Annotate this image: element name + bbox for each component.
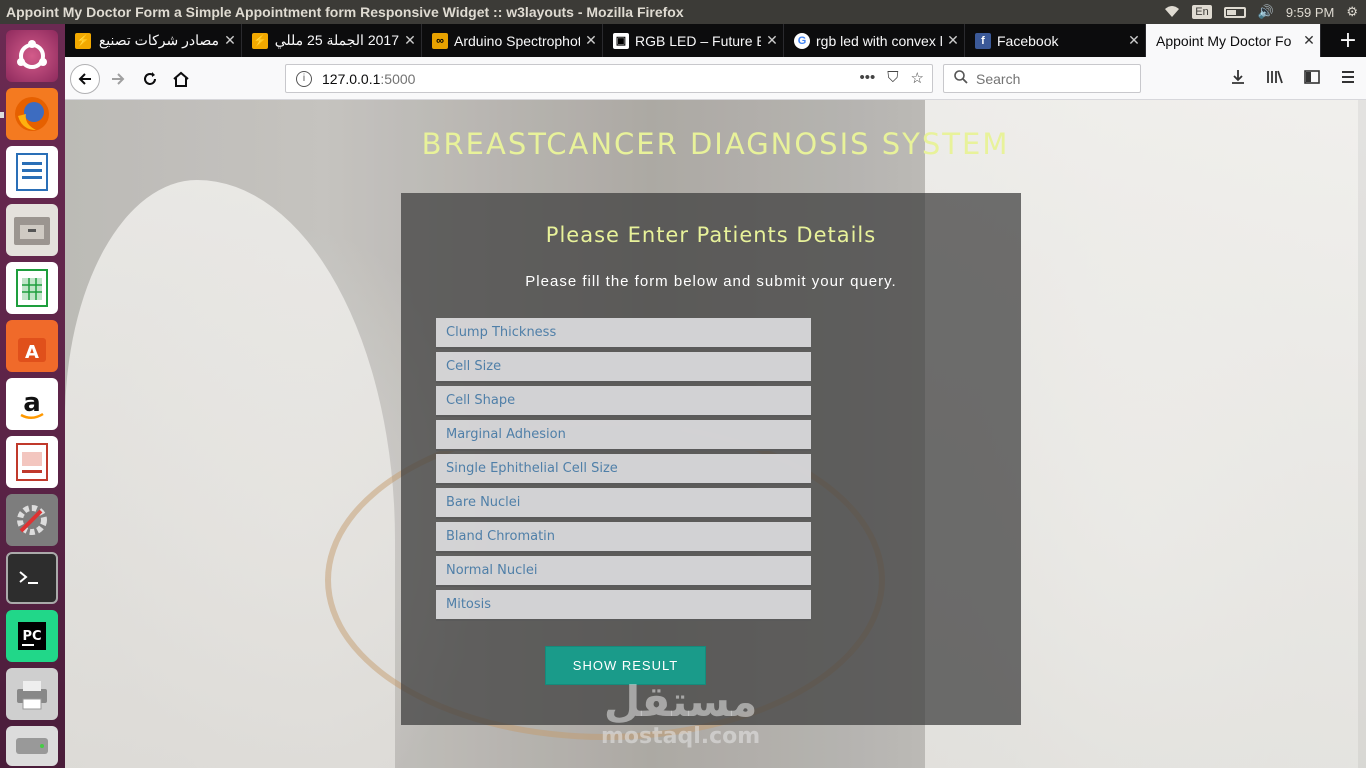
tab-label: Facebook xyxy=(997,32,1059,49)
close-icon[interactable]: ✕ xyxy=(1298,32,1320,49)
keyboard-layout-indicator[interactable]: En xyxy=(1192,5,1212,19)
form-subtitle: Please fill the form below and submit yo… xyxy=(525,273,897,290)
url-actions: ••• ⛉ ☆ xyxy=(860,69,924,87)
tab-label: Appoint My Doctor Fo xyxy=(1156,32,1292,49)
page-scrollbar[interactable] xyxy=(1358,100,1366,768)
wifi-icon[interactable] xyxy=(1164,4,1180,21)
menu-icon[interactable] xyxy=(1340,69,1356,89)
tab-label: مصادر شركات تصنيع xyxy=(98,32,219,48)
clock[interactable]: 9:59 PM xyxy=(1286,5,1334,20)
single-epithelial-cell-size-input[interactable]: Single Ephithelial Cell Size xyxy=(436,454,811,485)
patient-form-panel: Please Enter Patients Details Please fil… xyxy=(401,193,1021,725)
files-icon[interactable] xyxy=(6,204,58,256)
search-input[interactable]: Search xyxy=(943,64,1141,93)
normal-nuclei-input[interactable]: Normal Nuclei xyxy=(436,556,811,587)
search-placeholder: Search xyxy=(976,70,1021,87)
system-tray: En 🔊 9:59 PM ⚙ xyxy=(1164,0,1366,24)
tab-active[interactable]: Appoint My Doctor Fo ✕ xyxy=(1146,24,1321,57)
amazon-icon[interactable]: a xyxy=(6,378,58,430)
url-port: :5000 xyxy=(380,70,416,87)
svg-text:A: A xyxy=(25,342,39,363)
w3layouts-icon: ⚡ xyxy=(75,32,91,49)
bare-nuclei-input[interactable]: Bare Nuclei xyxy=(436,488,811,519)
site-info-icon[interactable]: i xyxy=(296,70,312,87)
running-indicator xyxy=(0,112,4,118)
drive-icon[interactable] xyxy=(6,726,58,766)
form-title: Please Enter Patients Details xyxy=(545,223,877,247)
printer-icon[interactable] xyxy=(6,668,58,720)
bookmark-star-icon[interactable]: ☆ xyxy=(911,69,924,87)
ubuntu-dash-icon[interactable] xyxy=(6,30,58,82)
close-icon[interactable]: ✕ xyxy=(942,32,964,49)
tab-4[interactable]: ▣ RGB LED – Future Ele ✕ xyxy=(603,24,784,57)
bland-chromatin-input[interactable]: Bland Chromatin xyxy=(436,522,811,553)
reload-button[interactable] xyxy=(135,64,165,94)
tab-label: Arduino Spectrophoto xyxy=(454,32,580,49)
w3layouts-icon: ⚡ xyxy=(252,32,268,49)
browser-tab-bar: ⚡ مصادر شركات تصنيع ✕ ⚡ 2017 الجملة 25 م… xyxy=(65,24,1366,57)
page-actions-icon[interactable]: ••• xyxy=(860,69,876,87)
system-settings-icon[interactable] xyxy=(6,494,58,546)
pocket-icon[interactable]: ⛉ xyxy=(887,69,898,87)
libreoffice-calc-icon[interactable] xyxy=(6,262,58,314)
software-center-icon[interactable]: A xyxy=(6,320,58,372)
tab-label: RGB LED – Future Ele xyxy=(635,32,761,49)
tab-6[interactable]: f Facebook ✕ xyxy=(965,24,1146,57)
volume-icon[interactable]: 🔊 xyxy=(1258,4,1274,20)
battery-icon[interactable] xyxy=(1223,6,1246,18)
close-icon[interactable]: ✕ xyxy=(399,32,421,49)
svg-text:a: a xyxy=(23,388,41,418)
facebook-icon: f xyxy=(975,32,991,49)
sidebar-icon[interactable] xyxy=(1304,69,1320,89)
future-electronics-icon: ▣ xyxy=(613,32,629,49)
library-icon[interactable] xyxy=(1266,69,1284,89)
system-top-bar: Appoint My Doctor Form a Simple Appointm… xyxy=(0,0,1366,24)
firefox-icon[interactable] xyxy=(6,88,58,140)
libreoffice-writer-icon[interactable] xyxy=(6,146,58,198)
marginal-adhesion-input[interactable]: Marginal Adhesion xyxy=(436,420,811,451)
home-button[interactable] xyxy=(166,64,196,94)
svg-text:PC: PC xyxy=(22,629,41,644)
new-tab-button[interactable]: + xyxy=(1330,24,1366,57)
page-content: BREASTCANCER DIAGNOSIS SYSTEM Please Ent… xyxy=(65,100,1366,768)
tab-label: 2017 الجملة 25 مللي xyxy=(274,32,399,48)
gear-icon[interactable]: ⚙ xyxy=(1346,4,1358,20)
cell-size-input[interactable]: Cell Size xyxy=(436,352,811,383)
libreoffice-impress-icon[interactable] xyxy=(6,436,58,488)
close-icon[interactable]: ✕ xyxy=(219,32,241,49)
search-icon xyxy=(954,70,968,87)
browser-navbar: i 127.0.0.1 :5000 ••• ⛉ ☆ Search xyxy=(65,57,1366,100)
pycharm-icon[interactable]: PC xyxy=(6,610,58,662)
window-title: Appoint My Doctor Form a Simple Appointm… xyxy=(6,4,684,20)
watermark-latin: mostaql.com xyxy=(601,724,761,749)
mitosis-input[interactable]: Mitosis xyxy=(436,590,811,621)
cell-shape-input[interactable]: Cell Shape xyxy=(436,386,811,417)
launcher: A a PC xyxy=(0,24,65,768)
page-title: BREASTCANCER DIAGNOSIS SYSTEM xyxy=(421,127,1010,161)
tab-5[interactable]: G rgb led with convex le ✕ xyxy=(784,24,965,57)
download-icon[interactable] xyxy=(1230,69,1246,89)
watermark-arabic: مستقل xyxy=(603,677,758,726)
forward-button[interactable] xyxy=(103,64,133,94)
tab-label: rgb led with convex le xyxy=(816,32,942,49)
close-icon[interactable]: ✕ xyxy=(1123,32,1145,49)
clump-thickness-input[interactable]: Clump Thickness xyxy=(436,318,811,349)
background-doctor-left xyxy=(65,180,395,768)
toolbar-icons xyxy=(1230,69,1356,89)
tab-1[interactable]: ⚡ مصادر شركات تصنيع ✕ xyxy=(65,24,242,57)
close-icon[interactable]: ✕ xyxy=(761,32,783,49)
google-icon: G xyxy=(794,32,810,49)
mostaql-watermark: مستقل mostaql.com xyxy=(601,677,761,750)
close-icon[interactable]: ✕ xyxy=(580,32,602,49)
url-bar[interactable]: i 127.0.0.1 :5000 ••• ⛉ ☆ xyxy=(285,64,933,93)
arduino-icon: ∞ xyxy=(432,32,448,49)
url-host: 127.0.0.1 xyxy=(322,70,381,87)
terminal-icon[interactable] xyxy=(6,552,58,604)
tab-2[interactable]: ⚡ 2017 الجملة 25 مللي ✕ xyxy=(242,24,422,57)
back-button[interactable] xyxy=(70,64,100,94)
tab-3[interactable]: ∞ Arduino Spectrophoto ✕ xyxy=(422,24,603,57)
